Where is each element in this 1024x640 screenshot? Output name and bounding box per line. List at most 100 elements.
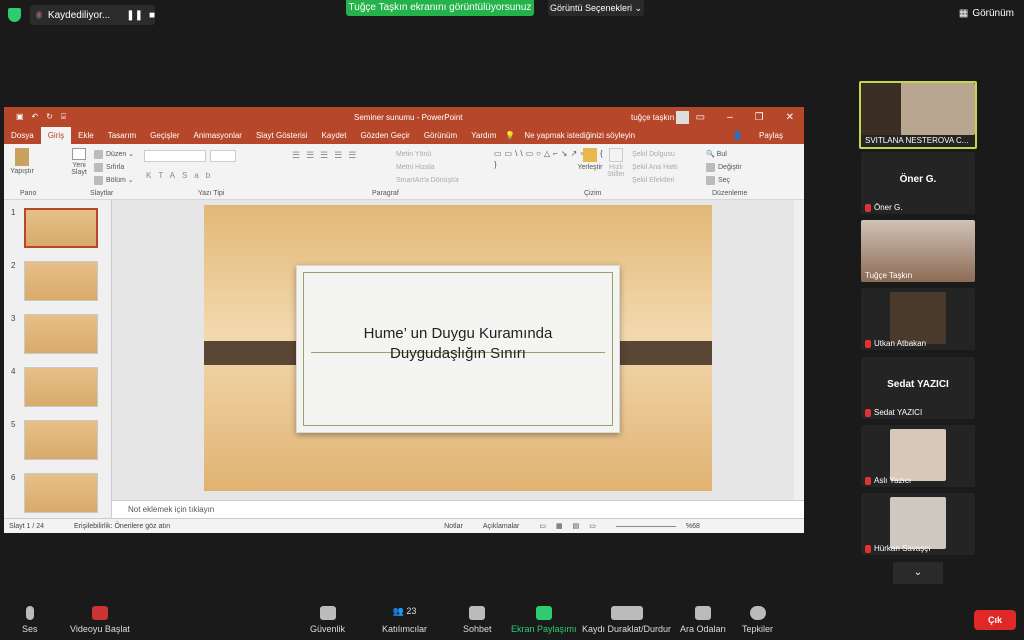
participants-button[interactable]: 👥 23 Katılımcılar <box>382 606 427 634</box>
current-slide[interactable]: Hume’ un Duygu Kuramında Duygudaşlığın S… <box>204 205 712 491</box>
tab-file[interactable]: Dosya <box>4 131 41 140</box>
ribbon-tabs: Dosya Giriş Ekle Tasarım Geçişler Animas… <box>4 127 804 144</box>
share-button[interactable]: 👤 Paylaş <box>719 131 804 140</box>
notes-pane[interactable]: Not eklemek için tıklayın <box>112 500 804 518</box>
shape-outline-button[interactable]: Şekil Ana Hattı <box>632 161 678 174</box>
view-options-button[interactable]: Görüntü Seçenekleri ⌄ <box>548 0 644 16</box>
reactions-button[interactable]: Tepkiler <box>742 606 773 634</box>
pause-recording-button[interactable]: Kaydı Duraklat/Durdur <box>582 606 671 634</box>
slide-thumbnail-5[interactable] <box>24 420 98 460</box>
participant-tile[interactable]: Tuğçe Taşkın <box>861 220 975 282</box>
tab-help[interactable]: Yardım <box>464 131 503 140</box>
leave-button[interactable]: Çık <box>974 610 1016 630</box>
zoom-slider[interactable] <box>615 525 676 527</box>
participant-name-row: Öner G. <box>865 203 902 212</box>
zoom-level[interactable]: %68 <box>686 523 700 530</box>
maximize-icon[interactable]: ❐ <box>755 112 764 123</box>
slide-title[interactable]: Hume’ un Duygu Kuramında Duygudaşlığın S… <box>297 324 619 364</box>
stop-icon[interactable]: ■ <box>149 10 155 21</box>
arrange-button[interactable]: Yerleştir <box>576 148 604 171</box>
tab-design[interactable]: Tasarım <box>101 131 143 140</box>
close-icon[interactable]: ✕ <box>786 112 794 123</box>
pause-icon[interactable]: ❚❚ <box>126 10 143 21</box>
font-name-box[interactable] <box>144 150 206 162</box>
account-name[interactable]: tuğçe taşkın <box>631 113 674 122</box>
slide-layout-group: Düzen ⌄ Sıfırla Bölüm ⌄ <box>94 148 134 187</box>
shield-icon <box>319 606 336 620</box>
reset-button[interactable]: Sıfırla <box>94 161 134 174</box>
security-button[interactable]: Güvenlik <box>310 606 345 634</box>
view-buttons[interactable]: ▭▦▤▭ <box>539 522 605 530</box>
layout-button[interactable]: Düzen ⌄ <box>94 148 134 161</box>
font-size-box[interactable] <box>210 150 236 162</box>
minimize-icon[interactable]: – <box>727 112 733 123</box>
participant-tile[interactable]: Öner G. Öner G. <box>861 152 975 214</box>
tab-review[interactable]: Gözden Geçir <box>353 131 416 140</box>
participant-name: Utkan Atbakan <box>874 339 927 348</box>
new-slide-button[interactable]: Yeni Slayt <box>66 148 92 176</box>
breakout-rooms-button[interactable]: Ara Odaları <box>680 606 726 634</box>
participant-tile[interactable]: Aslı Yazıcı <box>861 425 975 487</box>
chat-button[interactable]: Sohbet <box>463 606 492 634</box>
window-controls[interactable]: ▭ – ❐ ✕ <box>696 112 794 123</box>
share-screen-button[interactable]: Ekran Paylaşımı <box>511 606 577 634</box>
notes-button[interactable]: Notlar <box>444 523 463 530</box>
ribbon-display-icon[interactable]: ▭ <box>696 112 705 123</box>
shape-fill-button[interactable]: Şekil Dolgusu <box>632 148 678 161</box>
select-button[interactable]: Seç <box>706 174 742 187</box>
qat-icons[interactable]: ▣↶↻⌸ <box>16 112 74 122</box>
participant-big-name: Sedat YAZICI <box>887 379 949 390</box>
tab-transitions[interactable]: Geçişler <box>143 131 186 140</box>
view-button[interactable]: ▦ Görünüm <box>959 8 1014 19</box>
slide-thumbnail-pane[interactable]: 1 2 3 4 5 6 <box>4 200 112 518</box>
document-title: Seminer sunumu - PowerPoint <box>354 112 463 122</box>
replace-button[interactable]: Değiştir <box>706 161 742 174</box>
tab-slideshow[interactable]: Slayt Gösterisi <box>249 131 315 140</box>
tell-me-search[interactable]: Ne yapmak istediğinizi söyleyin <box>517 131 642 140</box>
participant-tile[interactable]: Sedat YAZICI Sedat YAZICI <box>861 357 975 419</box>
quick-styles-button[interactable]: Hızlı Stiller <box>605 148 627 178</box>
comments-button[interactable]: Açıklamalar <box>483 523 520 530</box>
slide-thumbnail-3[interactable] <box>24 314 98 354</box>
thumb-number: 4 <box>11 367 16 376</box>
tab-home[interactable]: Giriş <box>40 127 72 144</box>
video-button[interactable]: Videoyu Başlat <box>70 606 130 634</box>
participant-tile[interactable]: Utkan Atbakan <box>861 288 975 350</box>
align-text-button[interactable]: Metni Hizala <box>396 161 459 174</box>
paste-button[interactable]: Yapıştır <box>10 148 34 175</box>
participant-name-row: Utkan Atbakan <box>865 339 926 348</box>
meeting-top-bar: Kaydediliyor... ❚❚ ■ Tuğçe Taşkın ekranını… <box>0 0 1024 30</box>
find-button[interactable]: 🔍 Bul <box>706 148 742 161</box>
tab-view[interactable]: Görünüm <box>417 131 464 140</box>
vertical-scrollbar[interactable] <box>794 200 804 500</box>
slide-counter: Slayt 1 / 24 <box>9 522 45 530</box>
breakout-label: Ara Odaları <box>680 624 727 634</box>
security-shield-icon[interactable] <box>8 8 21 22</box>
text-direction-button[interactable]: Metin Yönü <box>396 148 459 161</box>
scroll-down-button[interactable]: ⌄ <box>893 562 943 584</box>
participant-tile[interactable]: Hürkan Savaşçı <box>861 493 975 555</box>
section-button[interactable]: Bölüm ⌄ <box>94 174 134 187</box>
tab-record[interactable]: Kaydet <box>315 131 354 140</box>
paragraph-buttons[interactable]: ☰☰☰☰☰ <box>292 150 362 161</box>
slide-thumbnail-4[interactable] <box>24 367 98 407</box>
audio-label: Ses <box>22 624 38 634</box>
tab-animations[interactable]: Animasyonlar <box>187 131 249 140</box>
new-slide-icon <box>72 148 86 160</box>
slide-thumbnail-1[interactable] <box>24 208 98 248</box>
shapes-gallery[interactable]: ▭▭\\▭○△⌐↘↗⇒☆{ } <box>494 148 603 180</box>
participant-tile[interactable]: SVITLANA NESTEROVA C... <box>859 81 977 149</box>
quick-styles-label: Hızlı Stiller <box>607 164 625 178</box>
font-format-buttons[interactable]: KTASab <box>146 171 217 180</box>
meeting-controls: Ses Videoyu Başlat Güvenlik 👥 23 Katılımc… <box>0 600 1024 640</box>
accessibility-status[interactable]: Erişilebilirlik: Önerilere göz atın <box>74 523 170 530</box>
powerpoint-window: ▣↶↻⌸ Seminer sunumu - PowerPoint tuğçe t… <box>4 107 804 533</box>
slide-thumbnail-2[interactable] <box>24 261 98 301</box>
slide-thumbnail-6[interactable] <box>24 473 98 513</box>
tab-insert[interactable]: Ekle <box>71 131 101 140</box>
shape-effects-button[interactable]: Şekil Efektleri <box>632 174 678 187</box>
security-label: Güvenlik <box>310 624 346 634</box>
smartart-button[interactable]: SmartArt'a Dönüştür <box>396 174 459 187</box>
avatar[interactable] <box>676 110 689 124</box>
audio-button[interactable]: Ses <box>22 606 38 634</box>
